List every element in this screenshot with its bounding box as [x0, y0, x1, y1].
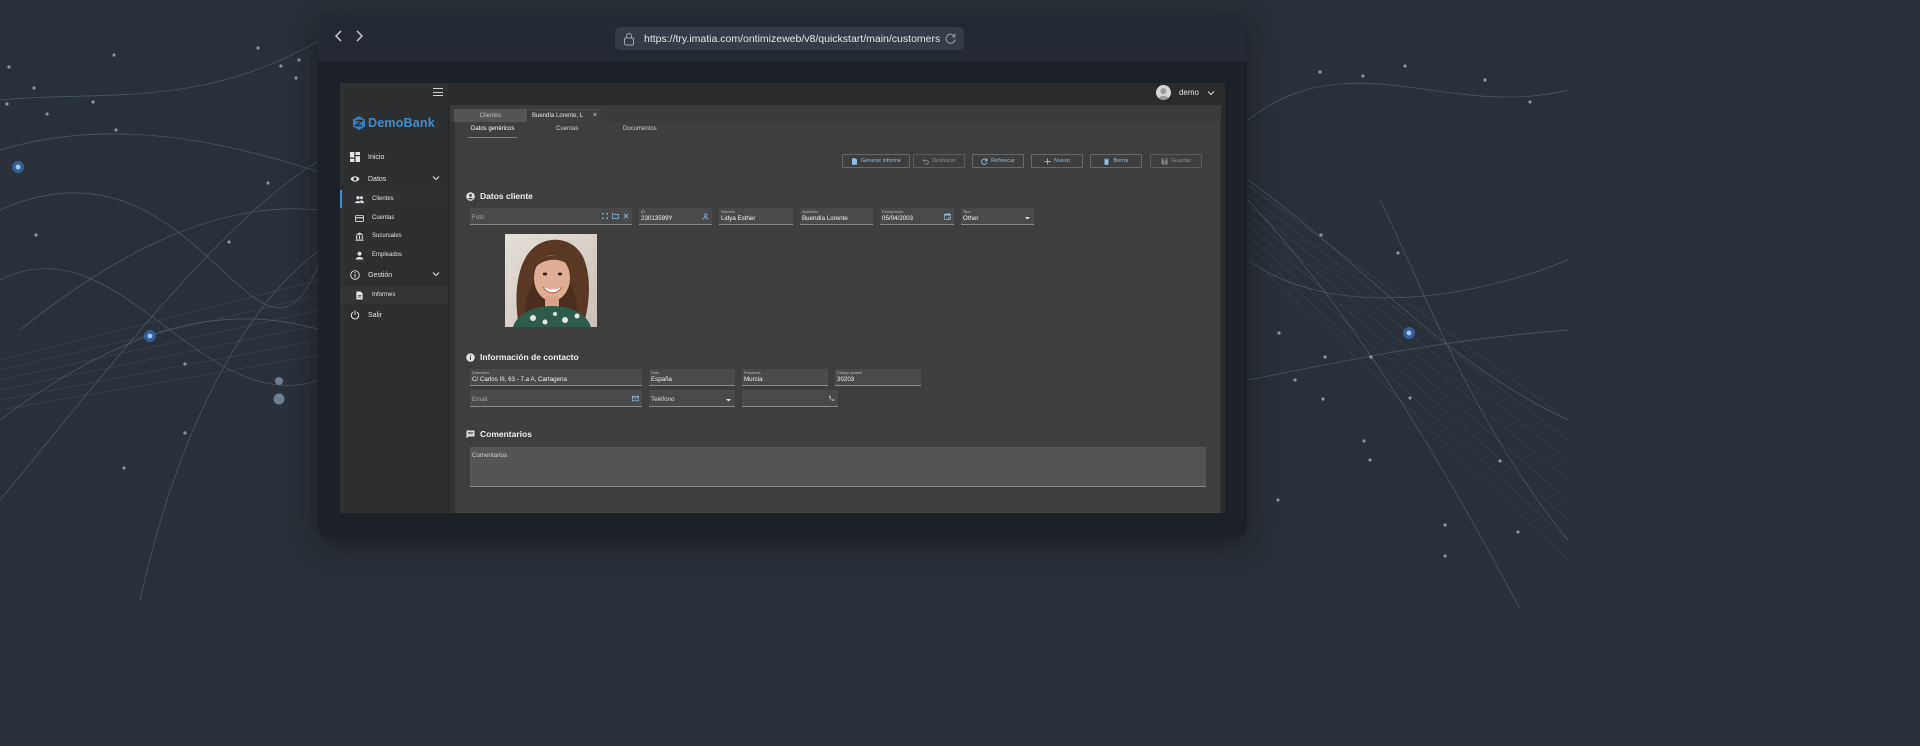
tipo-select[interactable]: Tipo Other — [961, 208, 1034, 225]
apellidos-field[interactable]: Apellidos Buendía Lorente — [800, 208, 873, 225]
customer-form: Datos genéricos Cuentas Documentos Gener… — [455, 122, 1220, 513]
avatar — [1155, 85, 1171, 100]
plus-icon — [1044, 158, 1051, 164]
power-icon — [350, 310, 360, 320]
mail-icon — [632, 395, 639, 402]
info-icon — [466, 352, 475, 362]
undo-button[interactable]: Deshacer — [913, 154, 965, 168]
subtab-bar: Datos genéricos Cuentas Documentos — [455, 122, 1220, 140]
close-icon[interactable]: × — [593, 112, 597, 119]
browser-toolbar: https://try.imatia.com/ontimizeweb/v8/qu… — [318, 15, 1247, 62]
app-header: demo — [448, 83, 1225, 103]
provincia-field[interactable]: Provincia Murcia — [742, 369, 828, 386]
folder-icon[interactable] — [612, 213, 619, 219]
tab-clientes[interactable]: Clientes — [454, 109, 527, 122]
people-icon — [355, 195, 364, 203]
generate-report-button[interactable]: Generar informe — [842, 154, 910, 168]
address-bar[interactable]: https://try.imatia.com/ontimizeweb/v8/qu… — [615, 27, 964, 50]
main-panel: Clientes Buendía Lorente, L × Datos gené… — [450, 105, 1221, 513]
telefono-type-select[interactable]: Teléfono — [649, 390, 735, 407]
tab-cuentas[interactable]: Cuentas — [556, 126, 578, 132]
demobank-logo-icon — [353, 116, 365, 130]
codigo-postal-field[interactable]: Código postal 30203 — [835, 369, 921, 386]
sidebar-item-sucursales[interactable]: Sucursales — [340, 227, 448, 245]
tab-bar: Clientes Buendía Lorente, L × — [450, 105, 1221, 122]
save-button[interactable]: Guardar — [1150, 154, 1202, 168]
customer-photo — [505, 234, 597, 327]
sidebar: DemoBank Inicio Datos Clientes Cuentas S… — [340, 83, 448, 513]
dropdown-arrow-icon — [1025, 217, 1030, 220]
section-datos-cliente: Datos cliente — [466, 191, 533, 201]
bank-icon — [355, 231, 364, 241]
info-icon — [350, 270, 360, 280]
new-button[interactable]: Nuevo — [1031, 154, 1083, 168]
sidebar-item-datos[interactable]: Datos — [340, 169, 448, 189]
dropdown-arrow-icon — [726, 399, 731, 402]
app-viewport: DemoBank Inicio Datos Clientes Cuentas S… — [340, 83, 1225, 513]
credit-card-icon — [355, 214, 364, 222]
fullscreen-icon[interactable] — [602, 213, 608, 219]
chevron-right-icon[interactable] — [351, 29, 367, 47]
report-icon — [851, 157, 857, 165]
user-name: demo — [1178, 88, 1199, 97]
refresh-icon — [981, 158, 988, 165]
account-circle-icon — [466, 191, 475, 201]
reload-icon[interactable] — [944, 32, 957, 45]
calendar-icon[interactable] — [944, 213, 951, 220]
badge-icon — [702, 213, 709, 220]
sidebar-item-clientes[interactable]: Clientes — [340, 190, 448, 208]
id-field[interactable]: ID 23013599Y — [639, 208, 712, 225]
section-comentarios: Comentarios — [466, 429, 532, 439]
dashboard-icon — [350, 152, 360, 162]
nombre-field[interactable]: Nombre Lidya Esther — [719, 208, 793, 225]
document-icon — [356, 290, 363, 300]
menu-icon[interactable] — [433, 88, 443, 96]
fecha-inicio-field[interactable]: Fecha inicio 05/04/2003 — [880, 208, 954, 225]
chevron-down-icon — [1207, 90, 1215, 95]
eye-icon — [350, 176, 360, 182]
tab-customer-detail[interactable]: Buendía Lorente, L × — [529, 109, 601, 122]
chevron-down-icon — [432, 272, 440, 277]
phone-field[interactable] — [742, 390, 838, 407]
section-contacto: Información de contacto — [466, 352, 579, 362]
clear-icon[interactable] — [623, 213, 629, 219]
phone-icon — [829, 395, 835, 401]
trash-icon — [1104, 158, 1110, 165]
undo-icon — [922, 158, 929, 164]
user-menu[interactable]: demo — [1155, 85, 1215, 100]
sidebar-item-salir[interactable]: Salir — [340, 305, 448, 325]
sidebar-item-informes[interactable]: Informes — [340, 286, 448, 304]
direccion-field[interactable]: Dirección C/ Carlos III, 63 - 7.a A, Car… — [470, 369, 642, 386]
person-icon — [355, 251, 364, 260]
comment-icon — [466, 430, 475, 438]
lock-icon — [624, 32, 634, 45]
save-icon — [1161, 158, 1168, 164]
tab-datos-genericos[interactable]: Datos genéricos — [467, 126, 518, 138]
chevron-left-icon[interactable] — [331, 29, 347, 47]
sidebar-item-gestion[interactable]: Gestión — [340, 265, 448, 285]
sidebar-item-inicio[interactable]: Inicio — [340, 147, 448, 167]
browser-window: https://try.imatia.com/ontimizeweb/v8/qu… — [318, 15, 1247, 537]
brand-logo[interactable]: DemoBank — [352, 115, 435, 131]
pais-field[interactable]: País España — [649, 369, 735, 386]
photo-field[interactable]: Foto — [470, 208, 632, 225]
refresh-button[interactable]: Refrescar — [972, 154, 1024, 168]
sidebar-item-empleados[interactable]: Empleados — [340, 246, 448, 264]
chevron-down-icon — [432, 176, 440, 181]
comentarios-textarea[interactable]: Comentarios — [470, 447, 1206, 487]
url-text: https://try.imatia.com/ontimizeweb/v8/qu… — [644, 32, 941, 45]
sidebar-item-cuentas[interactable]: Cuentas — [340, 209, 448, 227]
tab-documentos[interactable]: Documentos — [623, 126, 657, 132]
brand-name: DemoBank — [368, 116, 435, 130]
delete-button[interactable]: Borrar — [1090, 154, 1142, 168]
email-field[interactable]: Email — [470, 390, 642, 407]
